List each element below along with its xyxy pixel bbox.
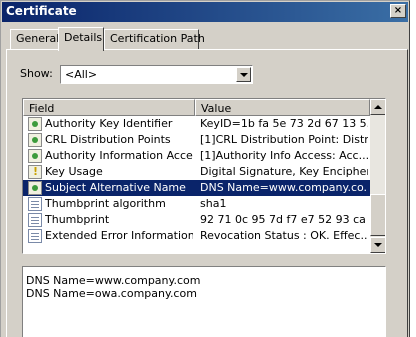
field-value: [1]Authority Info Access: Acc...	[200, 149, 368, 162]
scroll-down-button[interactable]	[370, 237, 385, 253]
chevron-down-icon	[374, 243, 382, 247]
show-dropdown[interactable]: <All>	[60, 65, 253, 84]
document-icon	[28, 213, 42, 227]
field-value: [1]CRL Distribution Point: Distr...	[200, 133, 368, 146]
list-item-selected[interactable]: Subject Alternative Name DNS Name=www.co…	[23, 180, 370, 196]
list-item[interactable]: Authority Information Access [1]Authorit…	[23, 148, 370, 164]
list-item[interactable]: Authority Key Identifier KeyID=1b fa 5e …	[23, 116, 370, 132]
field-name: CRL Distribution Points	[45, 133, 171, 146]
list-item[interactable]: CRL Distribution Points [1]CRL Distribut…	[23, 132, 370, 148]
certificate-dialog: Certificate × General Details Certificat…	[0, 0, 410, 337]
field-name: Authority Information Access	[45, 149, 193, 162]
field-name: Key Usage	[45, 165, 103, 178]
show-label: Show:	[20, 67, 53, 80]
column-header-field[interactable]: Field	[23, 99, 195, 116]
green-cert-icon	[28, 149, 42, 163]
field-detail-text[interactable]: DNS Name=www.company.com DNS Name=owa.co…	[22, 266, 386, 337]
detail-line: DNS Name=www.company.com	[26, 274, 201, 287]
field-name: Thumbprint algorithm	[45, 197, 166, 210]
field-value: sha1	[200, 197, 227, 210]
title-bar[interactable]: Certificate ×	[2, 2, 408, 22]
field-value: DNS Name=www.company.co...	[200, 181, 368, 194]
green-cert-icon	[28, 133, 42, 147]
tab-details[interactable]: Details	[58, 27, 104, 51]
list-item[interactable]: Extended Error Information Revocation St…	[23, 228, 370, 244]
document-icon	[28, 229, 42, 243]
dropdown-button[interactable]	[236, 67, 251, 82]
field-value: Digital Signature, Key Encipher...	[200, 165, 368, 178]
field-name: Subject Alternative Name	[45, 181, 186, 194]
tab-certification-path[interactable]: Certification Path	[104, 29, 205, 49]
vertical-scrollbar[interactable]	[370, 99, 385, 253]
field-value: 92 71 0c 95 7d f7 e7 52 93 ca ...	[200, 213, 368, 226]
green-cert-icon	[28, 181, 42, 195]
show-dropdown-value: <All>	[65, 68, 98, 81]
field-value: KeyID=1b fa 5e 73 2d 67 13 5...	[200, 117, 368, 130]
green-cert-icon	[28, 117, 42, 131]
field-name: Thumbprint	[45, 213, 110, 226]
list-header: Field Value	[23, 99, 370, 116]
tab-general[interactable]: General	[10, 29, 60, 49]
list-item[interactable]: Key Usage Digital Signature, Key Enciphe…	[23, 164, 370, 180]
field-name: Extended Error Information	[45, 229, 193, 242]
scroll-up-button[interactable]	[370, 99, 385, 115]
window-title: Certificate	[6, 4, 77, 18]
chevron-up-icon	[374, 105, 382, 109]
detail-line: DNS Name=owa.company.com	[26, 287, 197, 300]
column-header-value[interactable]: Value	[195, 99, 370, 116]
list-item[interactable]: Thumbprint 92 71 0c 95 7d f7 e7 52 93 ca…	[23, 212, 370, 228]
fields-list[interactable]: Field Value Authority Key Identifier Key…	[22, 98, 386, 254]
warning-cert-icon	[28, 165, 42, 179]
close-button[interactable]: ×	[390, 4, 406, 18]
field-value: Revocation Status : OK. Effec...	[200, 229, 368, 242]
field-name: Authority Key Identifier	[45, 117, 173, 130]
chevron-down-icon	[240, 73, 248, 77]
document-icon	[28, 197, 42, 211]
list-item[interactable]: Thumbprint algorithm sha1	[23, 196, 370, 212]
scrollbar-thumb[interactable]	[370, 194, 385, 236]
close-icon: ×	[393, 5, 403, 16]
